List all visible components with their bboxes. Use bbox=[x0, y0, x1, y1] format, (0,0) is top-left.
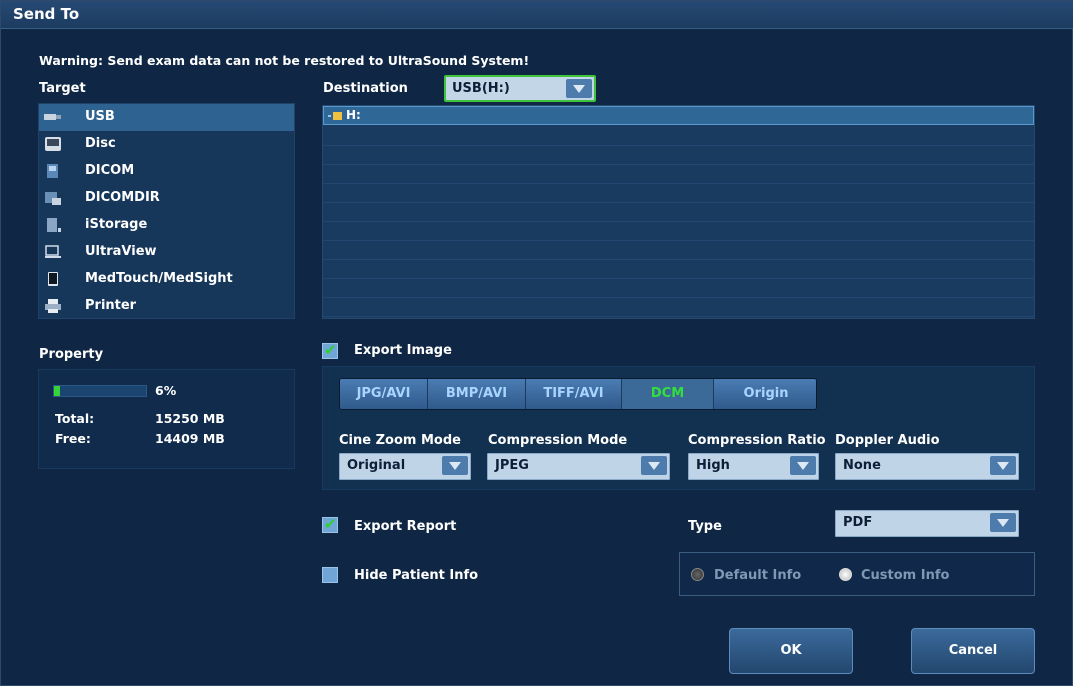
usb-drive-icon bbox=[44, 114, 61, 120]
dicomdir-icon bbox=[45, 192, 61, 205]
custom-info-radio[interactable] bbox=[839, 568, 852, 581]
compression-mode-label: Compression Mode bbox=[488, 433, 628, 448]
dialog-title: Send To bbox=[13, 5, 80, 23]
destination-empty-row bbox=[323, 222, 1034, 241]
destination-empty-row bbox=[323, 146, 1034, 165]
chevron-down-icon[interactable] bbox=[442, 456, 468, 475]
ok-button[interactable]: OK bbox=[729, 628, 853, 674]
target-list: USB Disc DICOM DICOMDIR iStorage UltraVi… bbox=[38, 103, 295, 319]
target-item-istorage[interactable]: iStorage bbox=[39, 212, 294, 239]
free-value: 14409 MB bbox=[155, 431, 225, 446]
ultraview-icon bbox=[45, 245, 61, 258]
target-item-label: DICOM bbox=[85, 163, 135, 178]
send-to-dialog: Send To Warning: Send exam data can not … bbox=[0, 0, 1073, 686]
destination-empty-row bbox=[323, 241, 1034, 260]
destination-empty-row bbox=[323, 203, 1034, 222]
cine-zoom-mode-value: Original bbox=[347, 458, 406, 473]
destination-list: H: bbox=[322, 105, 1035, 319]
export-image-label: Export Image bbox=[354, 343, 452, 358]
total-value: 15250 MB bbox=[155, 411, 225, 426]
target-item-label: MedTouch/MedSight bbox=[85, 271, 233, 286]
destination-empty-row bbox=[323, 184, 1034, 203]
target-item-label: DICOMDIR bbox=[85, 190, 160, 205]
format-dcm-button[interactable]: DCM bbox=[622, 379, 714, 409]
chevron-down-icon[interactable] bbox=[641, 456, 667, 475]
disc-icon bbox=[45, 137, 61, 151]
target-item-usb[interactable]: USB bbox=[39, 104, 294, 131]
destination-row-label: H: bbox=[346, 108, 361, 122]
report-type-select[interactable]: PDF bbox=[835, 510, 1019, 537]
tablet-icon bbox=[48, 272, 58, 286]
custom-info-label: Custom Info bbox=[861, 568, 950, 583]
target-item-label: UltraView bbox=[85, 244, 157, 259]
chevron-down-icon[interactable] bbox=[990, 513, 1016, 532]
doppler-audio-select[interactable]: None bbox=[835, 453, 1019, 480]
export-image-checkbox[interactable] bbox=[322, 341, 338, 359]
destination-row-h[interactable]: H: bbox=[323, 106, 1034, 125]
format-origin-button[interactable]: Origin bbox=[714, 379, 816, 409]
cancel-button[interactable]: Cancel bbox=[911, 628, 1035, 674]
warning-message: Warning: Send exam data can not be resto… bbox=[39, 53, 530, 68]
format-jpg-avi-button[interactable]: JPG/AVI bbox=[340, 379, 428, 409]
storage-usage-text: 6% bbox=[155, 383, 177, 398]
hide-patient-info-checkbox[interactable] bbox=[322, 567, 338, 583]
destination-empty-row bbox=[323, 298, 1034, 317]
compression-mode-select[interactable]: JPEG bbox=[487, 453, 670, 480]
target-item-ultraview[interactable]: UltraView bbox=[39, 239, 294, 266]
destination-empty-row bbox=[323, 127, 1034, 146]
destination-empty-row bbox=[323, 165, 1034, 184]
compression-ratio-value: High bbox=[696, 458, 730, 473]
default-info-radio[interactable] bbox=[691, 568, 704, 581]
cine-zoom-mode-select[interactable]: Original bbox=[339, 453, 471, 480]
compression-mode-value: JPEG bbox=[495, 458, 529, 473]
storage-usage-bar bbox=[53, 385, 147, 397]
target-item-medtouch[interactable]: MedTouch/MedSight bbox=[39, 266, 294, 293]
printer-icon bbox=[45, 299, 61, 313]
target-item-label: Disc bbox=[85, 136, 116, 151]
total-label: Total: bbox=[55, 411, 95, 426]
compression-ratio-label: Compression Ratio bbox=[688, 433, 826, 448]
chevron-down-icon[interactable] bbox=[790, 456, 816, 475]
report-type-label: Type bbox=[688, 519, 722, 534]
destination-select[interactable]: USB(H:) bbox=[444, 75, 596, 102]
hide-patient-info-label: Hide Patient Info bbox=[354, 568, 479, 583]
title-bar: Send To bbox=[1, 1, 1073, 29]
folder-icon bbox=[328, 112, 342, 120]
format-tiff-avi-button[interactable]: TIFF/AVI bbox=[526, 379, 622, 409]
image-format-group: JPG/AVI BMP/AVI TIFF/AVI DCM Origin bbox=[339, 378, 817, 410]
target-item-dicom[interactable]: DICOM bbox=[39, 158, 294, 185]
destination-value: USB(H:) bbox=[452, 81, 510, 96]
target-item-label: Printer bbox=[85, 298, 137, 313]
property-label: Property bbox=[39, 347, 104, 362]
export-report-label: Export Report bbox=[354, 519, 457, 534]
destination-empty-row bbox=[323, 260, 1034, 279]
cine-zoom-mode-label: Cine Zoom Mode bbox=[339, 433, 461, 448]
compression-ratio-select[interactable]: High bbox=[688, 453, 819, 480]
target-item-disc[interactable]: Disc bbox=[39, 131, 294, 158]
target-item-printer[interactable]: Printer bbox=[39, 293, 294, 320]
doppler-audio-value: None bbox=[843, 458, 881, 473]
target-label: Target bbox=[39, 81, 86, 96]
destination-empty-row bbox=[323, 279, 1034, 298]
export-report-checkbox[interactable] bbox=[322, 515, 338, 533]
dicom-icon bbox=[47, 164, 58, 178]
target-item-dicomdir[interactable]: DICOMDIR bbox=[39, 185, 294, 212]
doppler-audio-label: Doppler Audio bbox=[835, 433, 940, 448]
free-label: Free: bbox=[55, 431, 91, 446]
default-info-label: Default Info bbox=[714, 568, 802, 583]
chevron-down-icon[interactable] bbox=[566, 79, 592, 98]
format-bmp-avi-button[interactable]: BMP/AVI bbox=[428, 379, 526, 409]
destination-label: Destination bbox=[323, 81, 408, 96]
target-item-label: iStorage bbox=[85, 217, 148, 232]
istorage-icon bbox=[47, 218, 61, 232]
chevron-down-icon[interactable] bbox=[990, 456, 1016, 475]
report-type-value: PDF bbox=[843, 515, 873, 530]
storage-usage-fill bbox=[54, 386, 60, 396]
target-item-label: USB bbox=[85, 109, 115, 124]
